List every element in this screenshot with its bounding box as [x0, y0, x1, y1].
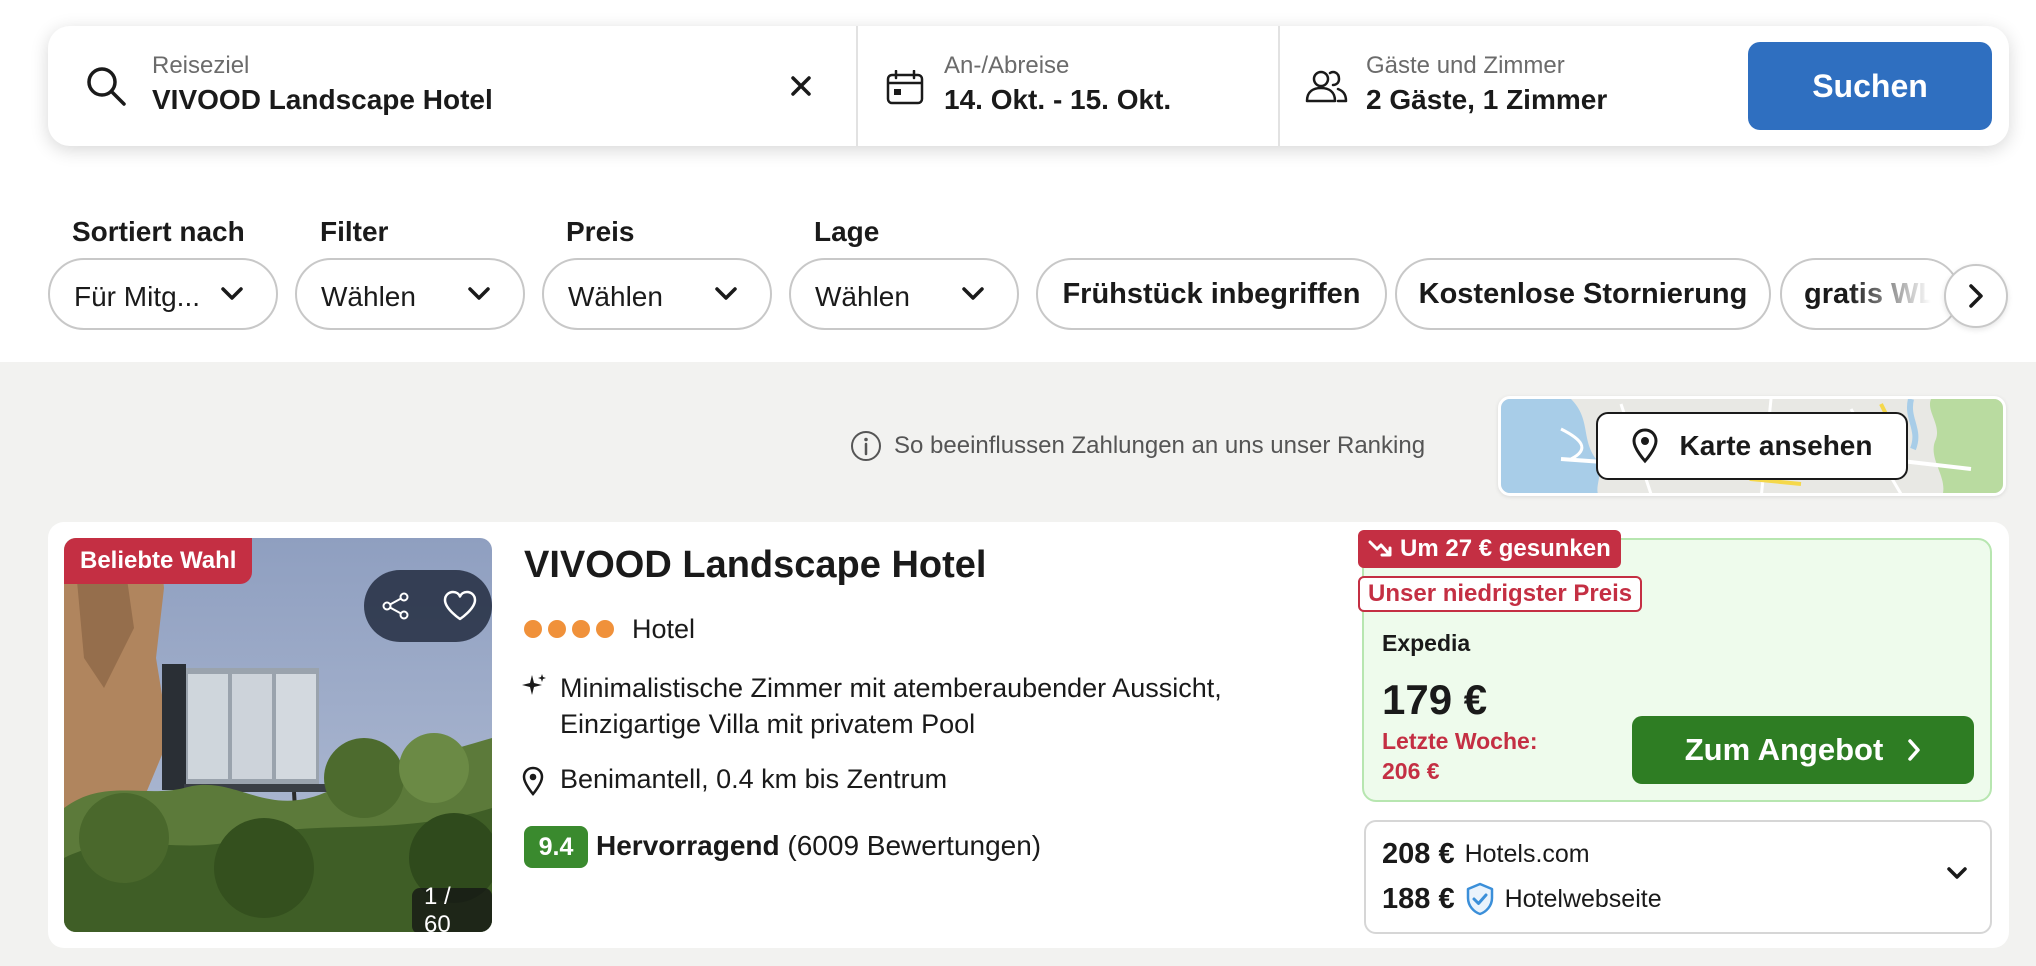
sort-value: Für Mitg... — [74, 281, 201, 312]
map-pin-icon — [1632, 428, 1658, 464]
rating-score: 9.4 — [524, 826, 588, 868]
star-dot — [572, 620, 590, 638]
guests-field[interactable]: Gäste und Zimmer 2 Gäste, 1 Zimmer — [1278, 26, 1748, 146]
trend-down-icon — [1368, 540, 1392, 557]
hotel-description-line-2: Einzigartige Villa mit privatem Pool — [560, 709, 976, 739]
hotel-location: Benimantell, 0.4 km bis Zentrum — [560, 764, 948, 794]
destination-field[interactable]: Reiseziel VIVOOD Landscape Hotel — [48, 26, 856, 146]
filter-value: Wählen — [321, 281, 416, 312]
photo-actions — [364, 570, 492, 642]
chevron-down-icon — [1947, 867, 1967, 879]
hotel-result-card: Beliebte Wahl 1 / 60 VIVOOD Landscape Ho… — [48, 522, 2009, 948]
offer-provider: Hotels.com — [1464, 840, 1590, 868]
chevron-down-icon — [468, 287, 490, 300]
chip-breakfast[interactable]: Frühstück inbegriffen — [1036, 258, 1387, 330]
filters-scroll-right-button[interactable] — [1944, 264, 2008, 328]
offer-price: 188 € — [1382, 882, 1455, 915]
location-select[interactable]: Wählen — [789, 258, 1019, 330]
shield-check-icon — [1466, 882, 1493, 916]
calendar-icon — [886, 70, 924, 105]
dates-field[interactable]: An-/Abreise 14. Okt. - 15. Okt. — [856, 26, 1278, 146]
guests-icon — [1305, 70, 1348, 103]
chevron-right-icon — [1908, 739, 1921, 761]
guests-value: 2 Gäste, 1 Zimmer — [1366, 84, 1608, 115]
dates-value: 14. Okt. - 15. Okt. — [944, 84, 1172, 115]
chip-free-cancellation[interactable]: Kostenlose Stornierung — [1395, 258, 1771, 330]
offer-price: 208 € — [1382, 838, 1455, 870]
sort-select[interactable]: Für Mitg... — [48, 258, 278, 330]
popular-choice-badge: Beliebte Wahl — [64, 538, 253, 584]
other-offers[interactable]: 208 € Hotels.com 188 € Hotelwebseite — [1364, 820, 1992, 934]
chip-free-wifi[interactable]: gratis WLAN — [1780, 258, 1960, 330]
hotel-photo[interactable]: Beliebte Wahl 1 / 60 — [64, 538, 492, 932]
dates-label: An-/Abreise — [944, 52, 1070, 79]
hotel-stars — [524, 620, 620, 638]
price-select[interactable]: Wählen — [542, 258, 772, 330]
clear-icon[interactable] — [790, 75, 812, 97]
share-button[interactable] — [364, 570, 428, 642]
chevron-down-icon — [221, 287, 243, 300]
star-dot — [548, 620, 566, 638]
offer-row-hotels-com[interactable]: 208 € Hotels.com — [1382, 838, 1590, 871]
favorite-button[interactable] — [428, 570, 492, 642]
info-icon — [851, 431, 881, 461]
star-dot — [524, 620, 542, 638]
last-week-price: Letzte Woche: 206 € — [1382, 726, 1537, 786]
deal-provider: Expedia — [1382, 630, 1471, 656]
view-deal-label: Zum Angebot — [1684, 732, 1884, 767]
view-deal-button[interactable]: Zum Angebot — [1632, 716, 1974, 784]
search-button[interactable]: Suchen — [1748, 42, 1992, 130]
star-dot — [596, 620, 614, 638]
ranking-info-link[interactable]: So beeinflussen Zahlungen an uns unser R… — [850, 430, 1425, 462]
photo-counter: 1 / 60 — [412, 883, 492, 932]
price-label: Preis — [566, 216, 635, 247]
sort-label: Sortiert nach — [72, 216, 245, 247]
destination-value[interactable]: VIVOOD Landscape Hotel — [152, 84, 493, 116]
chevron-down-icon — [715, 287, 737, 300]
rating-count: (6009 Bewertungen) — [787, 830, 1042, 861]
chevron-down-icon — [962, 287, 984, 300]
ranking-info-text: So beeinflussen Zahlungen an uns unser R… — [894, 432, 1426, 459]
hotel-name[interactable]: VIVOOD Landscape Hotel — [524, 544, 986, 587]
filter-label: Filter — [320, 216, 389, 247]
sparkle-icon — [522, 674, 546, 695]
share-icon — [382, 592, 409, 620]
heart-icon — [443, 590, 477, 621]
location-pin-icon — [522, 766, 544, 796]
chevron-right-icon — [1969, 284, 1983, 308]
last-week-label: Letzte Woche: — [1382, 728, 1538, 754]
offer-row-hotel-website[interactable]: 188 € Hotelwebseite — [1382, 882, 1662, 916]
rating-summary[interactable]: Hervorragend (6009 Bewertungen) — [596, 830, 1041, 862]
view-map-label: Karte ansehen — [1679, 430, 1873, 461]
rating-label: Hervorragend — [596, 830, 780, 861]
offer-provider: Hotelwebseite — [1504, 884, 1662, 913]
destination-label: Reiseziel — [152, 52, 250, 79]
filter-select[interactable]: Wählen — [295, 258, 525, 330]
view-map-button[interactable]: Karte ansehen — [1596, 412, 1908, 480]
hotel-description-line-1: Minimalistische Zimmer mit atemberaubend… — [560, 673, 1222, 703]
hotel-type: Hotel — [632, 614, 696, 644]
search-bar: Reiseziel VIVOOD Landscape Hotel An-/Abr… — [48, 26, 2009, 146]
hotel-description: Minimalistische Zimmer mit atemberaubend… — [560, 670, 1222, 742]
deal-price: 179 € — [1382, 676, 1488, 723]
location-label: Lage — [814, 216, 880, 247]
price-drop-tag: Um 27 € gesunken — [1358, 530, 1621, 568]
chip-fade — [1848, 260, 1958, 328]
price-drop-text: Um 27 € gesunken — [1400, 535, 1611, 562]
location-value: Wählen — [815, 281, 910, 312]
search-icon — [87, 67, 126, 106]
last-week-value: 206 € — [1382, 758, 1440, 784]
lowest-price-tag: Unser niedrigster Preis — [1358, 576, 1643, 612]
guests-label: Gäste und Zimmer — [1366, 52, 1565, 79]
price-value: Wählen — [568, 281, 663, 312]
